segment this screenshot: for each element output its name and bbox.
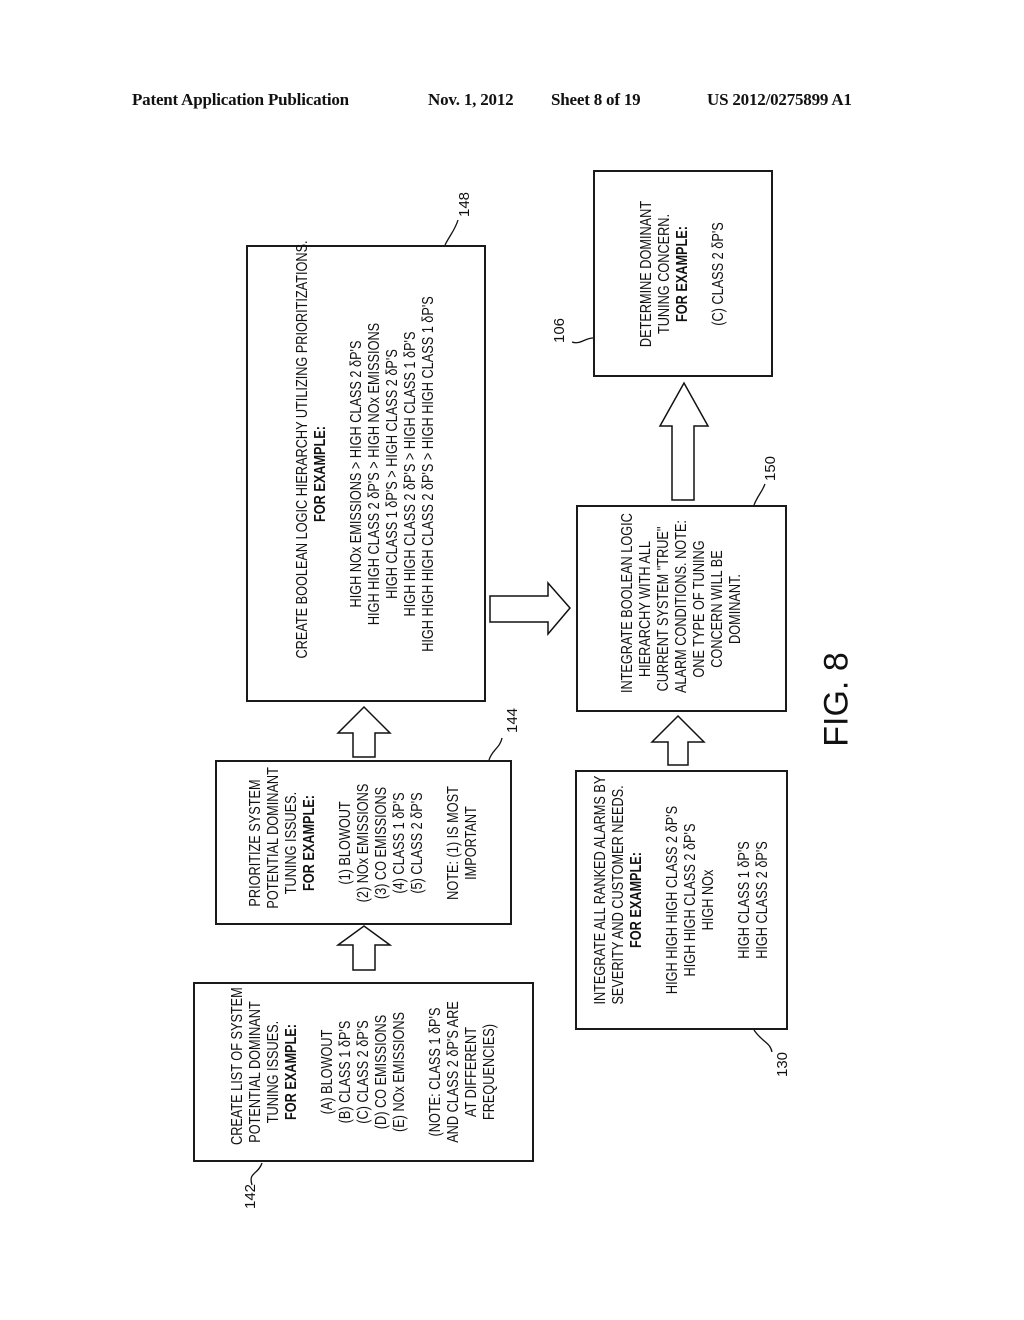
leader-150 [753, 483, 766, 506]
leader-106 [571, 337, 594, 344]
arrow-130-to-150 [650, 714, 706, 766]
figure-label: FIG. 8 [817, 652, 856, 747]
leader-142 [250, 1162, 263, 1186]
arrow-144-to-148 [336, 705, 392, 758]
arrow-142-to-144 [335, 925, 393, 971]
leader-lines [250, 219, 773, 1186]
leader-144 [488, 737, 503, 761]
arrow-148-to-150 [489, 581, 571, 637]
leader-130 [753, 1029, 773, 1053]
leader-148 [444, 219, 459, 246]
arrow-150-to-106 [658, 381, 710, 501]
